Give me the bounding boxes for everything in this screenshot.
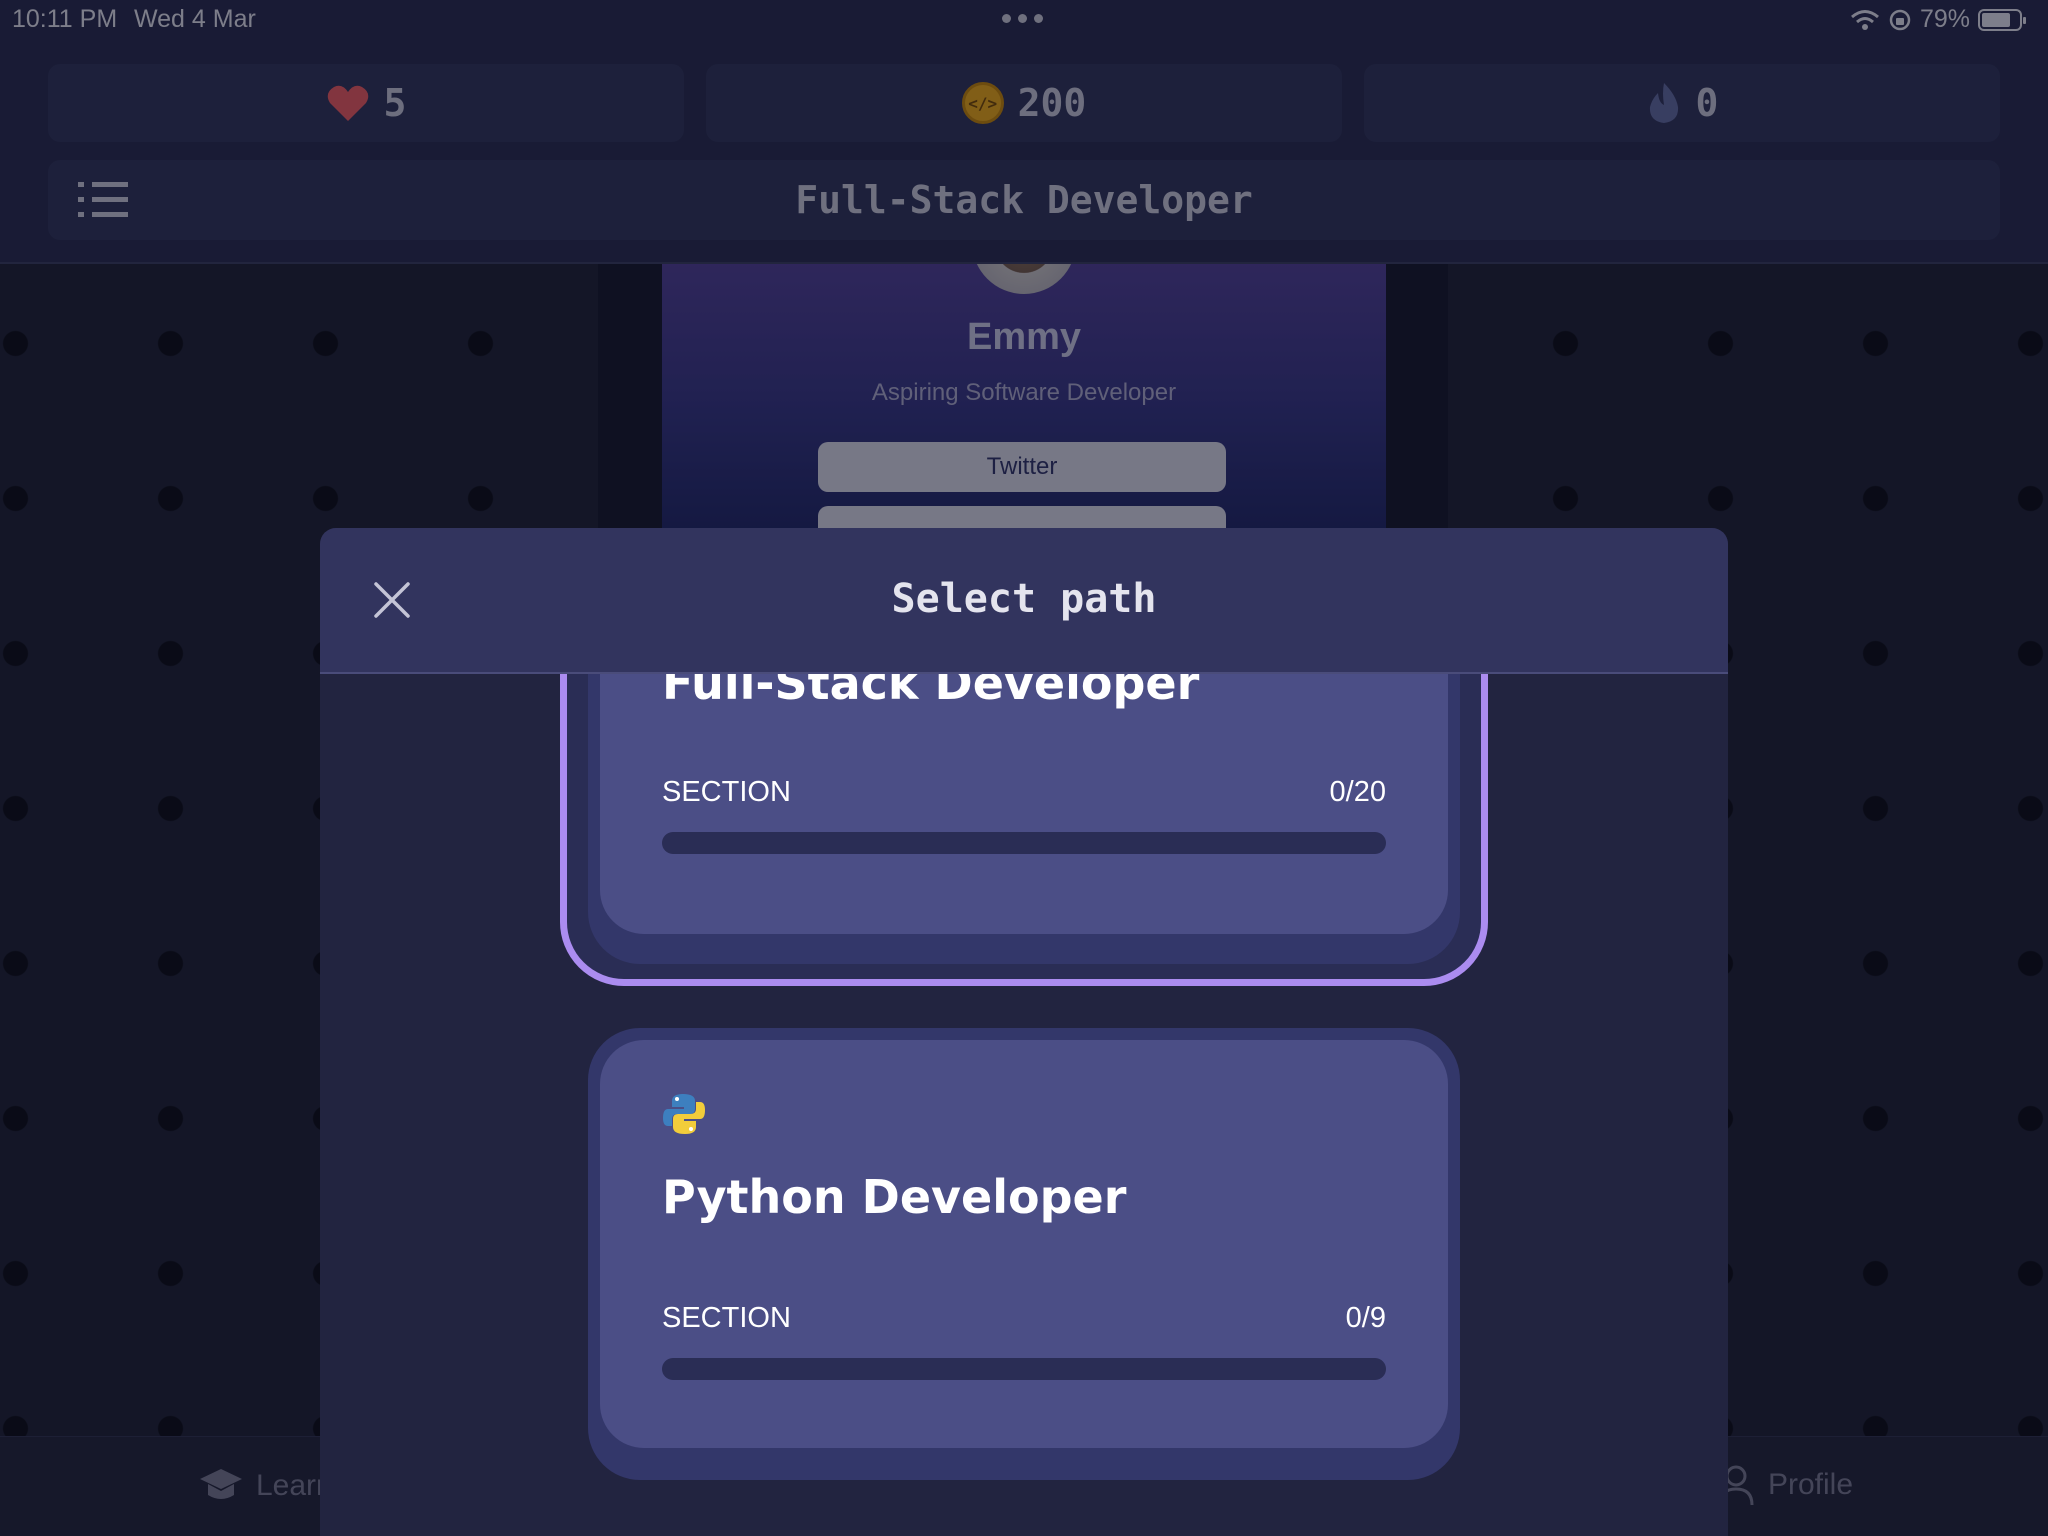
path-option-python[interactable]: Python Developer SECTION 0/9 xyxy=(588,1028,1460,1480)
section-label: SECTION xyxy=(662,1302,791,1334)
path-card: Python Developer SECTION 0/9 xyxy=(600,1040,1448,1448)
select-path-modal: Select path Full-Stack Developer SECTION… xyxy=(320,528,1728,1536)
section-count: 0/9 xyxy=(1345,1302,1386,1334)
modal-header: Select path xyxy=(320,528,1728,674)
python-icon xyxy=(663,1094,705,1134)
path-option-full-stack[interactable]: Full-Stack Developer SECTION 0/20 xyxy=(588,674,1460,964)
modal-title: Select path xyxy=(891,576,1157,622)
app-screen: Emmy Aspiring Software Developer Twitter… xyxy=(0,0,2048,1536)
path-list[interactable]: Full-Stack Developer SECTION 0/20 Python… xyxy=(320,674,1728,1536)
path-card: Full-Stack Developer SECTION 0/20 xyxy=(600,674,1448,934)
section-label: SECTION xyxy=(662,776,791,808)
progress-bar xyxy=(662,832,1386,854)
progress-bar xyxy=(662,1358,1386,1380)
path-title: Full-Stack Developer xyxy=(662,674,1200,710)
path-title: Python Developer xyxy=(662,1170,1127,1224)
section-count: 0/20 xyxy=(1329,776,1386,808)
